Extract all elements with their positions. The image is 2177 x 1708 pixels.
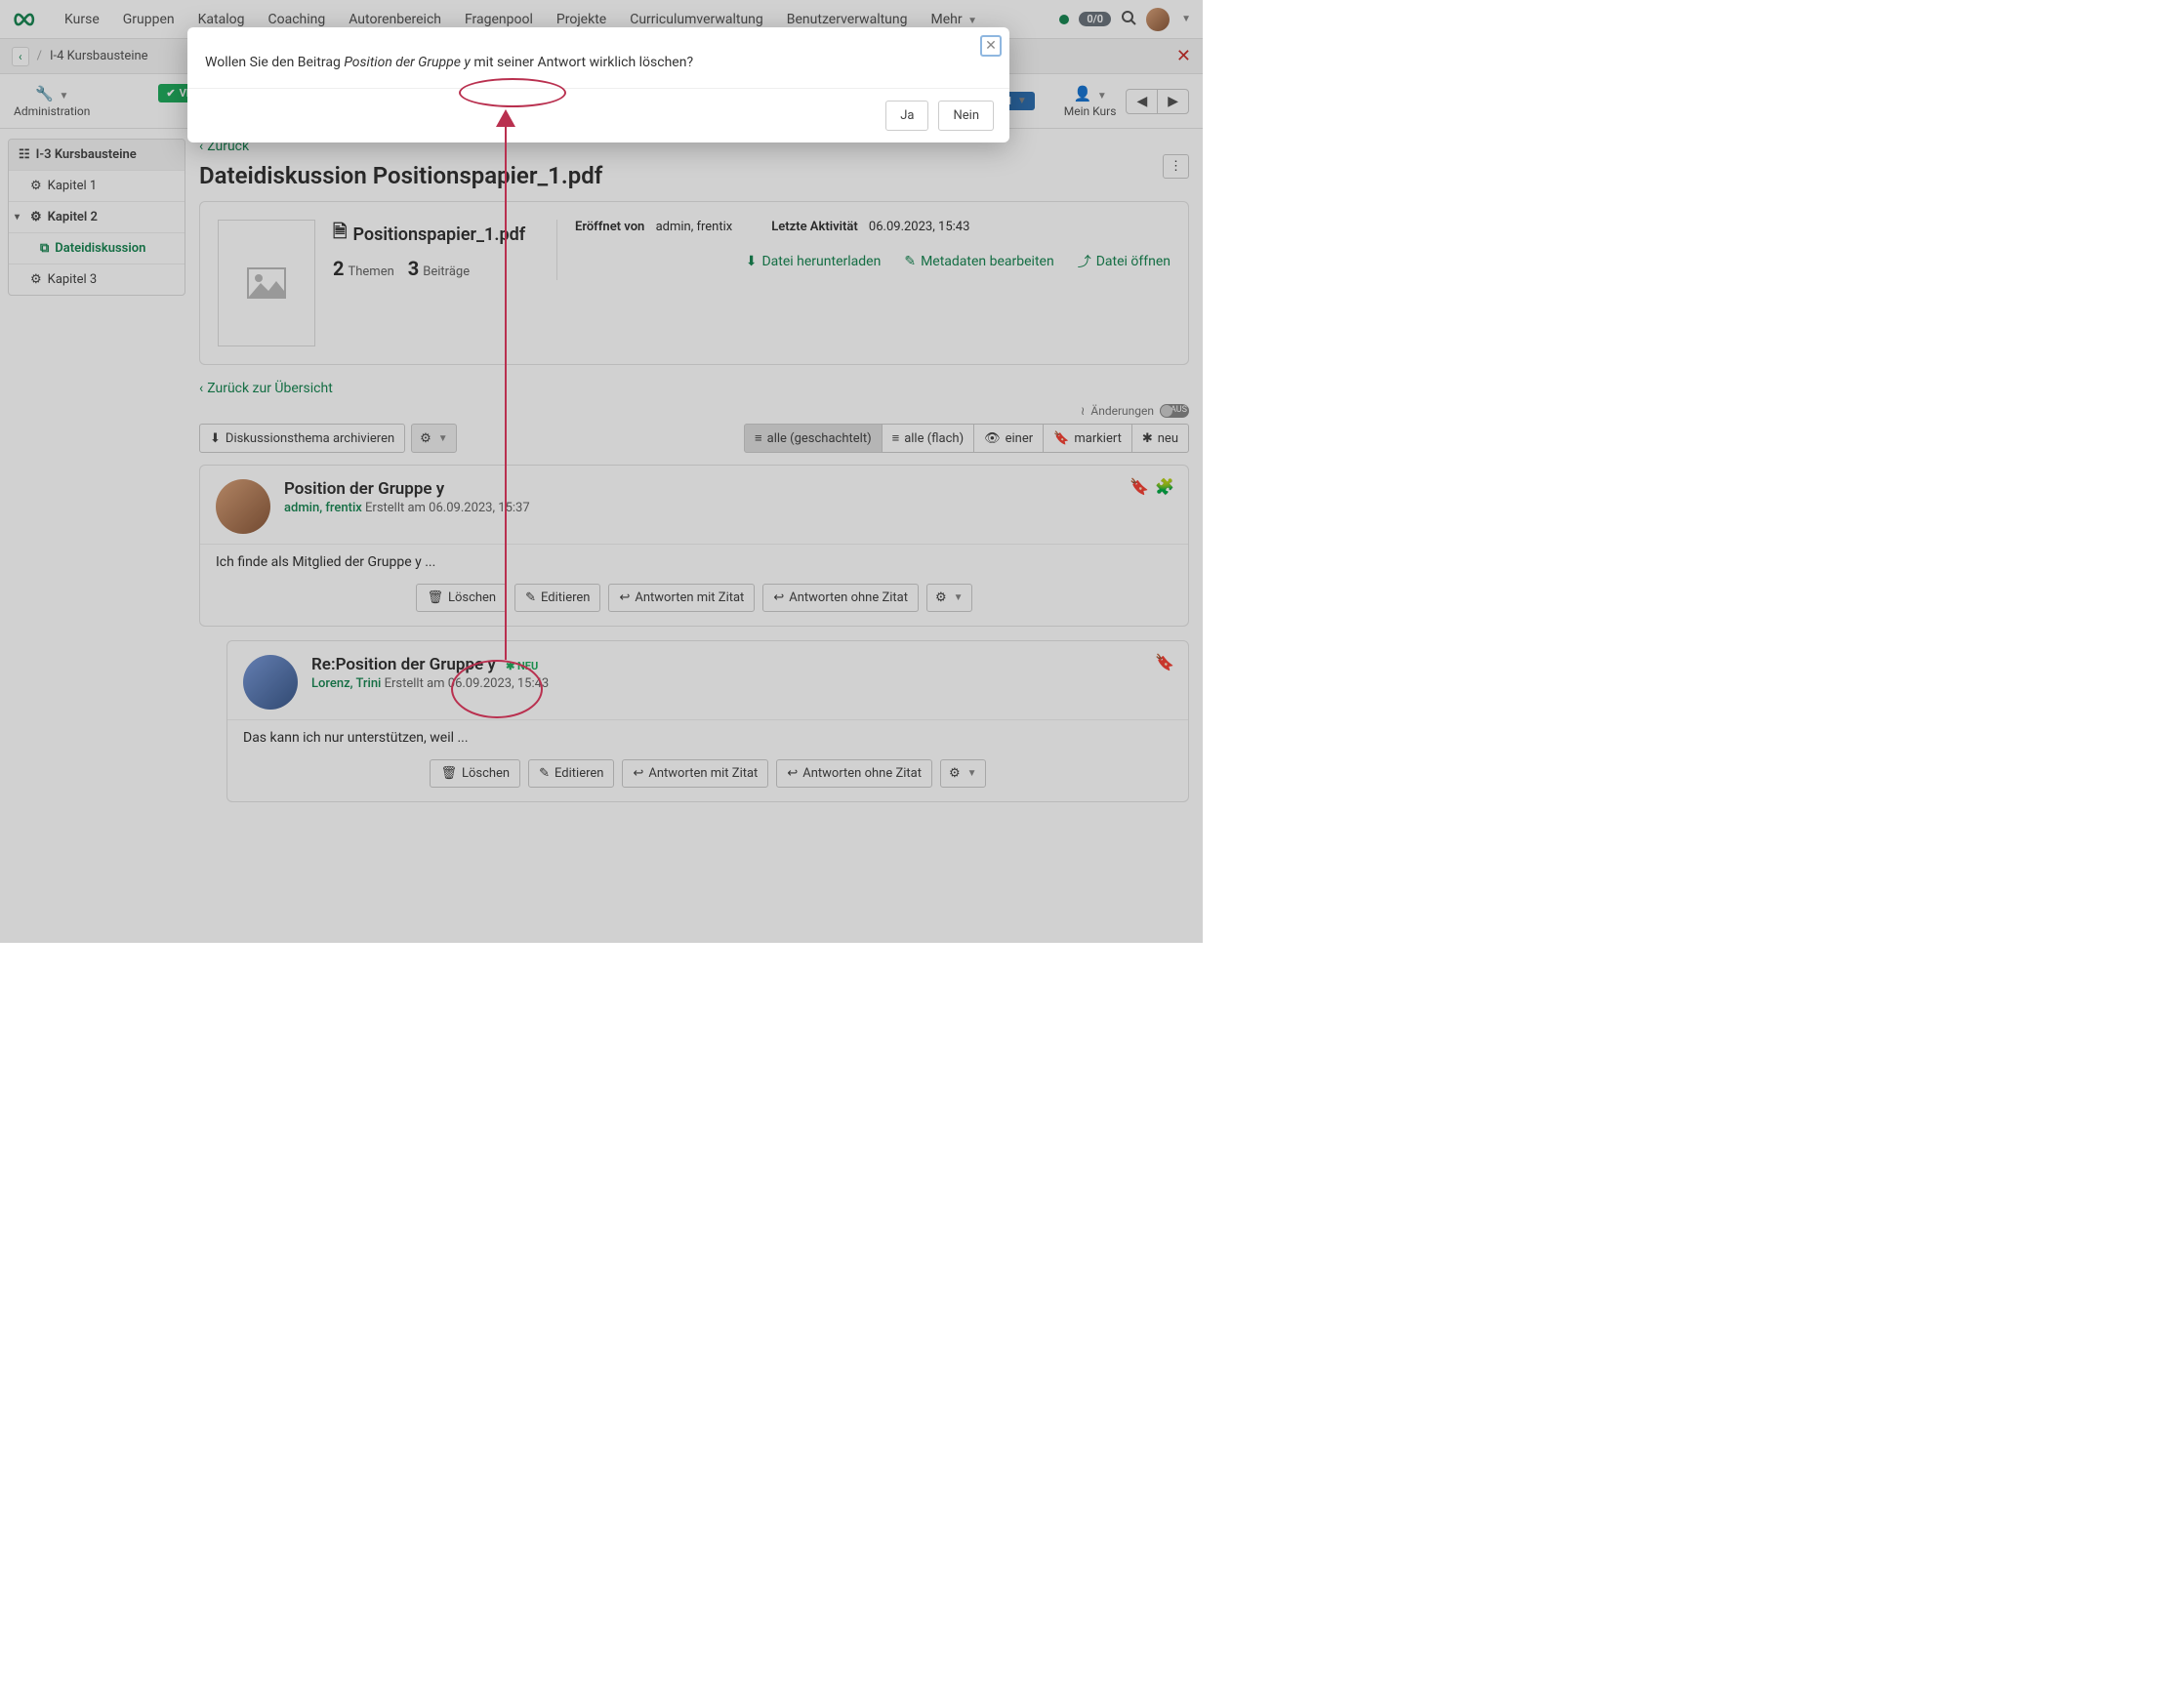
confirm-delete-modal: ✕ Wollen Sie den Beitrag Position der Gr… [187, 27, 1009, 142]
modal-no-button[interactable]: Nein [938, 101, 994, 131]
modal-close-button[interactable]: ✕ [980, 35, 1002, 57]
modal-yes-button[interactable]: Ja [885, 101, 928, 131]
modal-message: Wollen Sie den Beitrag Position der Grup… [187, 27, 1009, 89]
